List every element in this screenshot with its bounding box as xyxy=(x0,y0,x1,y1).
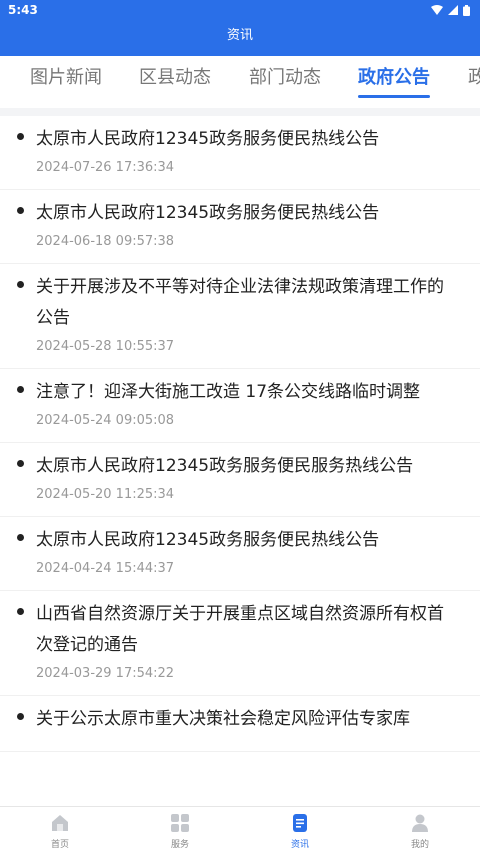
tab-district-news[interactable]: 区县动态 xyxy=(139,66,211,98)
nav-services-label: 服务 xyxy=(170,839,189,850)
status-time: 5:43 xyxy=(8,3,38,17)
list-item[interactable]: 关于开展涉及不平等对待企业法律法规政策清理工作的公告 2024-05-28 10… xyxy=(0,264,480,369)
nav-profile-label: 我的 xyxy=(410,839,429,850)
bullet-icon xyxy=(17,133,24,140)
bullet-icon xyxy=(17,281,24,288)
bullet-icon xyxy=(17,207,24,214)
list-item[interactable]: 太原市人民政府12345政务服务便民热线公告 2024-04-24 15:44:… xyxy=(0,517,480,591)
app-header: 5:43 资讯 xyxy=(0,0,480,56)
nav-home[interactable]: 首页 xyxy=(0,807,120,855)
bullet-icon xyxy=(17,608,24,615)
bullet-icon xyxy=(17,534,24,541)
item-timestamp: 2024-05-24 09:05:08 xyxy=(36,413,175,428)
list-item[interactable]: 注意了！迎泽大街施工改造 17条公交线路临时调整 2024-05-24 09:0… xyxy=(0,369,480,443)
status-bar: 5:43 xyxy=(0,0,480,20)
tab-government-notices[interactable]: 政府公告 xyxy=(358,66,430,98)
item-title: 山西省自然资源厅关于开展重点区域自然资源所有权首次登记的通告 xyxy=(36,604,444,655)
item-title: 关于开展涉及不平等对待企业法律法规政策清理工作的公告 xyxy=(36,277,444,328)
item-title: 太原市人民政府12345政务服务便民热线公告 xyxy=(36,129,380,149)
page-title: 资讯 xyxy=(226,28,253,43)
list-item[interactable]: 太原市人民政府12345政务服务便民热线公告 2024-06-18 09:57:… xyxy=(0,190,480,264)
document-icon xyxy=(293,813,307,832)
status-icons xyxy=(431,4,470,16)
item-timestamp: 2024-07-26 17:36:34 xyxy=(36,160,175,175)
battery-icon xyxy=(463,4,470,16)
item-timestamp: 2024-05-28 10:55:37 xyxy=(36,339,175,354)
grid-icon xyxy=(171,813,189,832)
list-item[interactable]: 山西省自然资源厅关于开展重点区域自然资源所有权首次登记的通告 2024-03-2… xyxy=(0,591,480,696)
notice-list: 太原市人民政府12345政务服务便民热线公告 2024-07-26 17:36:… xyxy=(0,116,480,806)
bullet-icon xyxy=(17,386,24,393)
tabs-divider xyxy=(0,108,480,116)
item-title: 太原市人民政府12345政务服务便民热线公告 xyxy=(36,203,380,223)
signal-icon xyxy=(448,5,458,15)
item-timestamp: 2024-04-24 15:44:37 xyxy=(36,561,175,576)
nav-news-label: 资讯 xyxy=(290,839,309,850)
nav-home-label: 首页 xyxy=(50,839,69,850)
category-tabs: 图片新闻 区县动态 部门动态 政府公告 政 xyxy=(0,56,480,108)
item-title: 太原市人民政府12345政务服务便民热线公告 xyxy=(36,530,380,550)
wifi-icon xyxy=(431,5,443,15)
tab-partial[interactable]: 政 xyxy=(468,66,480,98)
item-timestamp: 2024-03-29 17:54:22 xyxy=(36,666,175,681)
tab-department-news[interactable]: 部门动态 xyxy=(249,66,321,98)
item-title: 关于公示太原市重大决策社会稳定风险评估专家库 xyxy=(36,709,410,729)
list-item[interactable]: 太原市人民政府12345政务服务便民热线公告 2024-07-26 17:36:… xyxy=(0,116,480,190)
list-item[interactable]: 太原市人民政府12345政务服务便民服务热线公告 2024-05-20 11:2… xyxy=(0,443,480,517)
item-timestamp: 2024-06-18 09:57:38 xyxy=(36,234,175,249)
user-icon xyxy=(412,814,428,832)
home-icon xyxy=(52,814,68,831)
nav-services[interactable]: 服务 xyxy=(120,807,240,855)
list-item[interactable]: 关于公示太原市重大决策社会稳定风险评估专家库 xyxy=(0,696,480,752)
item-title: 注意了！迎泽大街施工改造 17条公交线路临时调整 xyxy=(36,382,421,402)
nav-news[interactable]: 资讯 xyxy=(240,807,360,855)
bullet-icon xyxy=(17,713,24,720)
item-timestamp: 2024-05-20 11:25:34 xyxy=(36,487,175,502)
item-title: 太原市人民政府12345政务服务便民服务热线公告 xyxy=(36,456,414,476)
nav-profile[interactable]: 我的 xyxy=(360,807,480,855)
bottom-nav: 首页 服务 资讯 我的 xyxy=(0,806,480,855)
tab-picture-news[interactable]: 图片新闻 xyxy=(30,66,102,98)
bullet-icon xyxy=(17,460,24,467)
